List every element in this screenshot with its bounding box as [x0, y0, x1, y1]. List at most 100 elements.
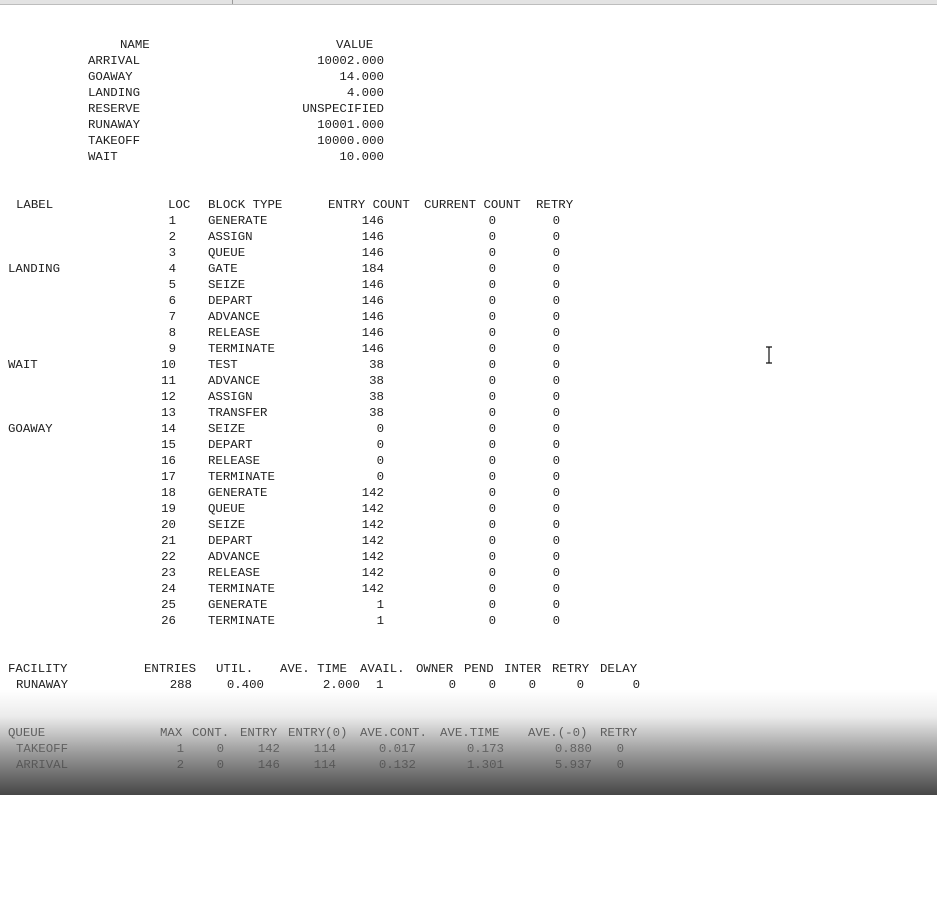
block-row: 16 RELEASE 0 0 0 — [0, 453, 937, 469]
symbol-name: WAIT — [88, 150, 118, 164]
queue-max: 2 — [176, 758, 184, 772]
facility-header-row: FACILITY ENTRIES UTIL. AVE. TIME AVAIL. … — [0, 661, 937, 677]
block-current-count: 0 — [488, 342, 496, 356]
block-current-count: 0 — [488, 406, 496, 420]
block-type: GATE — [208, 262, 238, 276]
blocks-header-loc: LOC — [168, 198, 191, 212]
symbol-value: 10002.000 — [317, 54, 384, 68]
symbol-value: 14.000 — [339, 70, 384, 84]
facility-header-entries: ENTRIES — [144, 662, 197, 676]
block-type: ADVANCE — [208, 310, 261, 324]
queue-header-queue: QUEUE — [8, 726, 46, 740]
block-row: 26 TERMINATE 1 0 0 — [0, 613, 937, 629]
block-entry-count: 142 — [361, 502, 384, 516]
facility-header-avetime: AVE. TIME — [280, 662, 347, 676]
queue-avetime: 1.301 — [466, 758, 504, 772]
block-loc: 1 — [168, 214, 176, 228]
facility-header-inter: INTER — [504, 662, 542, 676]
block-type: SEIZE — [208, 422, 246, 436]
block-entry-count: 0 — [376, 454, 384, 468]
facility-pend: 0 — [488, 678, 496, 692]
block-entry-count: 146 — [361, 278, 384, 292]
block-type: TERMINATE — [208, 582, 275, 596]
queue-entry: 142 — [257, 742, 280, 756]
block-type: TEST — [208, 358, 238, 372]
block-type: RELEASE — [208, 326, 261, 340]
block-loc: 2 — [168, 230, 176, 244]
queue-name: ARRIVAL — [16, 758, 69, 772]
symbol-row: GOAWAY 14.000 — [0, 69, 937, 85]
symbol-name: GOAWAY — [88, 70, 133, 84]
block-loc: 17 — [161, 470, 176, 484]
block-retry: 0 — [552, 550, 560, 564]
blocks-header-row: LABEL LOC BLOCK TYPE ENTRY COUNT CURRENT… — [0, 197, 937, 213]
block-loc: 8 — [168, 326, 176, 340]
block-type: GENERATE — [208, 486, 268, 500]
facility-row: RUNAWAY 288 0.400 2.000 1 0 0 0 0 0 — [0, 677, 937, 693]
block-retry: 0 — [552, 374, 560, 388]
symbol-row: RUNAWAY 10001.000 — [0, 117, 937, 133]
block-row: 23 RELEASE 142 0 0 — [0, 565, 937, 581]
block-row: 20 SEIZE 142 0 0 — [0, 517, 937, 533]
symbol-name: ARRIVAL — [88, 54, 141, 68]
block-entry-count: 38 — [369, 358, 384, 372]
queue-row: ARRIVAL 2 0 146 114 0.132 1.301 5.937 0 — [0, 757, 937, 773]
block-current-count: 0 — [488, 230, 496, 244]
facility-entries: 288 — [169, 678, 192, 692]
block-type: ADVANCE — [208, 374, 261, 388]
facility-retry: 0 — [576, 678, 584, 692]
block-loc: 24 — [161, 582, 176, 596]
block-row: 15 DEPART 0 0 0 — [0, 437, 937, 453]
block-retry: 0 — [552, 614, 560, 628]
block-entry-count: 1 — [376, 598, 384, 612]
block-current-count: 0 — [488, 278, 496, 292]
queue-retry: 0 — [616, 758, 624, 772]
block-current-count: 0 — [488, 566, 496, 580]
block-type: SEIZE — [208, 518, 246, 532]
block-loc: 10 — [161, 358, 176, 372]
block-retry: 0 — [552, 358, 560, 372]
block-retry: 0 — [552, 310, 560, 324]
block-loc: 25 — [161, 598, 176, 612]
block-loc: 19 — [161, 502, 176, 516]
symbol-value: 10.000 — [339, 150, 384, 164]
symbol-name: RESERVE — [88, 102, 141, 116]
block-entry-count: 38 — [369, 390, 384, 404]
block-row: 25 GENERATE 1 0 0 — [0, 597, 937, 613]
block-loc: 4 — [168, 262, 176, 276]
block-retry: 0 — [552, 454, 560, 468]
block-entry-count: 38 — [369, 374, 384, 388]
block-loc: 20 — [161, 518, 176, 532]
block-current-count: 0 — [488, 358, 496, 372]
block-retry: 0 — [552, 598, 560, 612]
symbol-value: UNSPECIFIED — [302, 102, 384, 116]
block-current-count: 0 — [488, 390, 496, 404]
facility-header-pend: PEND — [464, 662, 494, 676]
block-type: QUEUE — [208, 502, 246, 516]
symbol-row: WAIT 10.000 — [0, 149, 937, 165]
queue-header-avecont: AVE.CONT. — [360, 726, 427, 740]
block-entry-count: 38 — [369, 406, 384, 420]
block-loc: 9 — [168, 342, 176, 356]
symbol-value: 4.000 — [346, 86, 384, 100]
block-type: TERMINATE — [208, 614, 275, 628]
queue-retry: 0 — [616, 742, 624, 756]
block-current-count: 0 — [488, 550, 496, 564]
block-loc: 5 — [168, 278, 176, 292]
block-entry-count: 1 — [376, 614, 384, 628]
block-row: 9 TERMINATE 146 0 0 — [0, 341, 937, 357]
block-retry: 0 — [552, 342, 560, 356]
block-retry: 0 — [552, 278, 560, 292]
block-row: GOAWAY 14 SEIZE 0 0 0 — [0, 421, 937, 437]
block-entry-count: 146 — [361, 342, 384, 356]
queue-avetime: 0.173 — [466, 742, 504, 756]
queue-header-avetime: AVE.TIME — [440, 726, 500, 740]
block-retry: 0 — [552, 406, 560, 420]
facility-name: RUNAWAY — [16, 678, 69, 692]
block-loc: 18 — [161, 486, 176, 500]
block-entry-count: 146 — [361, 294, 384, 308]
facility-header-avail: AVAIL. — [360, 662, 405, 676]
gpss-report-text[interactable]: NAME VALUE ARRIVAL 10002.000 GOAWAY 14.000 L… — [0, 0, 937, 795]
queue-avecont: 0.132 — [378, 758, 416, 772]
symbol-row: ARRIVAL 10002.000 — [0, 53, 937, 69]
